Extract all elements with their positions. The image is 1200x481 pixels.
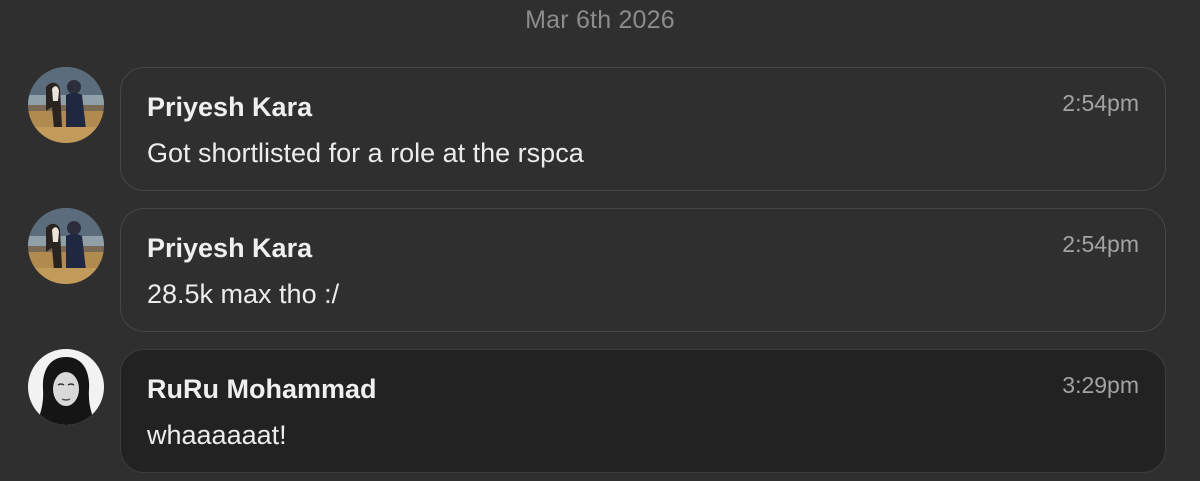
avatar-image-person-with-horse [28, 67, 104, 143]
sender-name[interactable]: RuRu Mohammad [147, 374, 377, 405]
sender-name[interactable]: Priyesh Kara [147, 92, 312, 123]
message-timestamp: 2:54pm [1062, 90, 1139, 116]
message-timestamp: 3:29pm [1062, 372, 1139, 398]
message-text: 28.5k max tho :/ [147, 279, 340, 309]
message-item[interactable]: Priyesh Kara 2:54pm Got shortlisted for … [0, 67, 1200, 193]
avatar[interactable] [28, 349, 104, 425]
message-text: whaaaaaat! [147, 420, 287, 450]
message-text: Got shortlisted for a role at the rspca [147, 138, 584, 168]
message-item[interactable]: Priyesh Kara 2:54pm 28.5k max tho :/ [0, 208, 1200, 334]
avatar[interactable] [28, 208, 104, 284]
date-separator: Mar 6th 2026 [525, 6, 675, 34]
message-bubble[interactable]: Priyesh Kara 2:54pm 28.5k max tho :/ [120, 208, 1166, 332]
sender-name[interactable]: Priyesh Kara [147, 233, 312, 264]
avatar-image-person-with-horse [28, 208, 104, 284]
message-item[interactable]: RuRu Mohammad 3:29pm whaaaaaat! [0, 349, 1200, 475]
message-bubble[interactable]: RuRu Mohammad 3:29pm whaaaaaat! [120, 349, 1166, 473]
avatar-image-person-in-hijab [28, 349, 104, 425]
message-bubble[interactable]: Priyesh Kara 2:54pm Got shortlisted for … [120, 67, 1166, 191]
avatar[interactable] [28, 67, 104, 143]
message-timestamp: 2:54pm [1062, 231, 1139, 257]
